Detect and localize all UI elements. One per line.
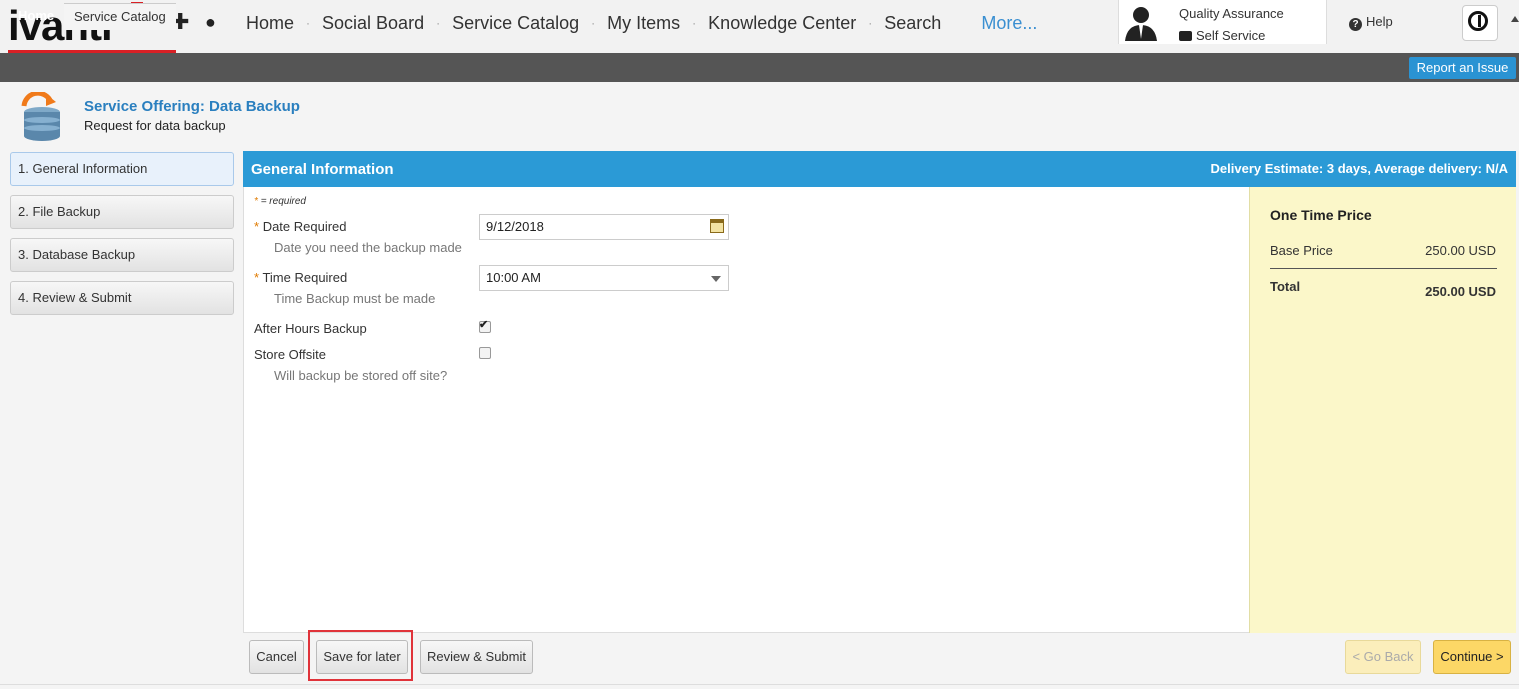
- required-note: * = required: [254, 196, 306, 207]
- step-general-information[interactable]: 1. General Information: [10, 152, 234, 186]
- power-icon-bar: [1478, 15, 1481, 27]
- delivery-estimate: Delivery Estimate: 3 days, Average deliv…: [1210, 161, 1508, 176]
- chevron-down-icon[interactable]: [711, 276, 721, 282]
- step-database-backup[interactable]: 3. Database Backup: [10, 238, 234, 272]
- offering-subtitle: Request for data backup: [84, 118, 226, 133]
- help-label: Help: [1366, 14, 1393, 29]
- time-required-value: 10:00 AM: [486, 270, 541, 285]
- step-file-backup[interactable]: 2. File Backup: [10, 195, 234, 229]
- time-required-hint: Time Backup must be made: [274, 291, 436, 306]
- step-review-submit[interactable]: 4. Review & Submit: [10, 281, 234, 315]
- base-price-label: Base Price: [1270, 243, 1333, 258]
- database-backup-icon: [21, 92, 60, 141]
- briefcase-icon: [1179, 31, 1192, 41]
- time-required-label: * Time Required: [254, 270, 347, 285]
- time-required-select[interactable]: 10:00 AM: [479, 265, 729, 291]
- calendar-icon[interactable]: [710, 219, 724, 233]
- base-price-value: 250.00 USD: [1425, 243, 1496, 258]
- continue-button[interactable]: Continue >: [1433, 640, 1511, 674]
- required-star: *: [254, 270, 260, 285]
- price-divider: [1270, 268, 1497, 269]
- price-panel: One Time Price Base Price 250.00 USD Tot…: [1249, 187, 1516, 633]
- user-role: Quality Assurance: [1179, 6, 1284, 21]
- date-required-value: 9/12/2018: [486, 219, 544, 234]
- after-hours-label: After Hours Backup: [254, 321, 367, 336]
- help-icon: ?: [1349, 18, 1362, 31]
- required-star: *: [254, 219, 260, 234]
- store-offsite-hint: Will backup be stored off site?: [274, 368, 448, 383]
- user-context: Self Service: [1179, 28, 1265, 43]
- go-back-button[interactable]: < Go Back: [1345, 640, 1421, 674]
- nav-my-items[interactable]: My Items: [595, 13, 692, 34]
- date-required-hint: Date you need the backup made: [274, 240, 462, 255]
- date-required-label-text: Date Required: [262, 219, 347, 234]
- required-note-text: = required: [260, 196, 306, 207]
- required-star: *: [254, 196, 258, 207]
- nav-social-board[interactable]: Social Board: [310, 13, 436, 34]
- nav-home[interactable]: Home: [234, 13, 306, 34]
- price-title: One Time Price: [1270, 207, 1372, 223]
- nav-service-catalog[interactable]: Service Catalog: [440, 13, 591, 34]
- nav-more[interactable]: More...: [953, 13, 1049, 34]
- user-context-label: Self Service: [1196, 28, 1266, 43]
- total-value: 250.00 USD: [1425, 284, 1496, 299]
- main-nav: Home · Social Board · Service Catalog · …: [234, 0, 1049, 46]
- offering-title: Service Offering: Data Backup: [84, 98, 300, 115]
- after-hours-checkbox[interactable]: ✔: [479, 319, 491, 333]
- nav-knowledge-center[interactable]: Knowledge Center: [696, 13, 868, 34]
- chat-icon[interactable]: ●: [205, 12, 216, 33]
- tab-bar: [0, 53, 1519, 82]
- tab-home[interactable]: Home: [8, 3, 64, 29]
- user-avatar-icon: [1125, 7, 1157, 41]
- time-required-label-text: Time Required: [262, 270, 348, 285]
- logout-power-button[interactable]: [1462, 5, 1498, 41]
- review-submit-button[interactable]: Review & Submit: [420, 640, 533, 674]
- total-label: Total: [1270, 279, 1301, 294]
- report-issue-button[interactable]: Report an Issue: [1409, 57, 1516, 79]
- help-button[interactable]: ? Help: [1326, 0, 1447, 44]
- date-required-input[interactable]: 9/12/2018: [479, 214, 729, 240]
- date-required-label: * Date Required: [254, 219, 347, 234]
- panel-header: General Information Delivery Estimate: 3…: [243, 151, 1516, 187]
- highlight-box: [308, 630, 413, 681]
- store-offsite-label: Store Offsite: [254, 347, 327, 362]
- nav-search[interactable]: Search: [872, 13, 953, 34]
- checkmark-icon: ✔: [479, 319, 489, 331]
- scroll-up-icon[interactable]: [1511, 16, 1519, 22]
- tab-service-catalog[interactable]: Service Catalog: [64, 3, 176, 30]
- panel-title: General Information: [251, 161, 394, 178]
- cancel-button[interactable]: Cancel: [249, 640, 304, 674]
- store-offsite-checkbox[interactable]: [479, 347, 491, 359]
- bottom-divider: [0, 684, 1519, 685]
